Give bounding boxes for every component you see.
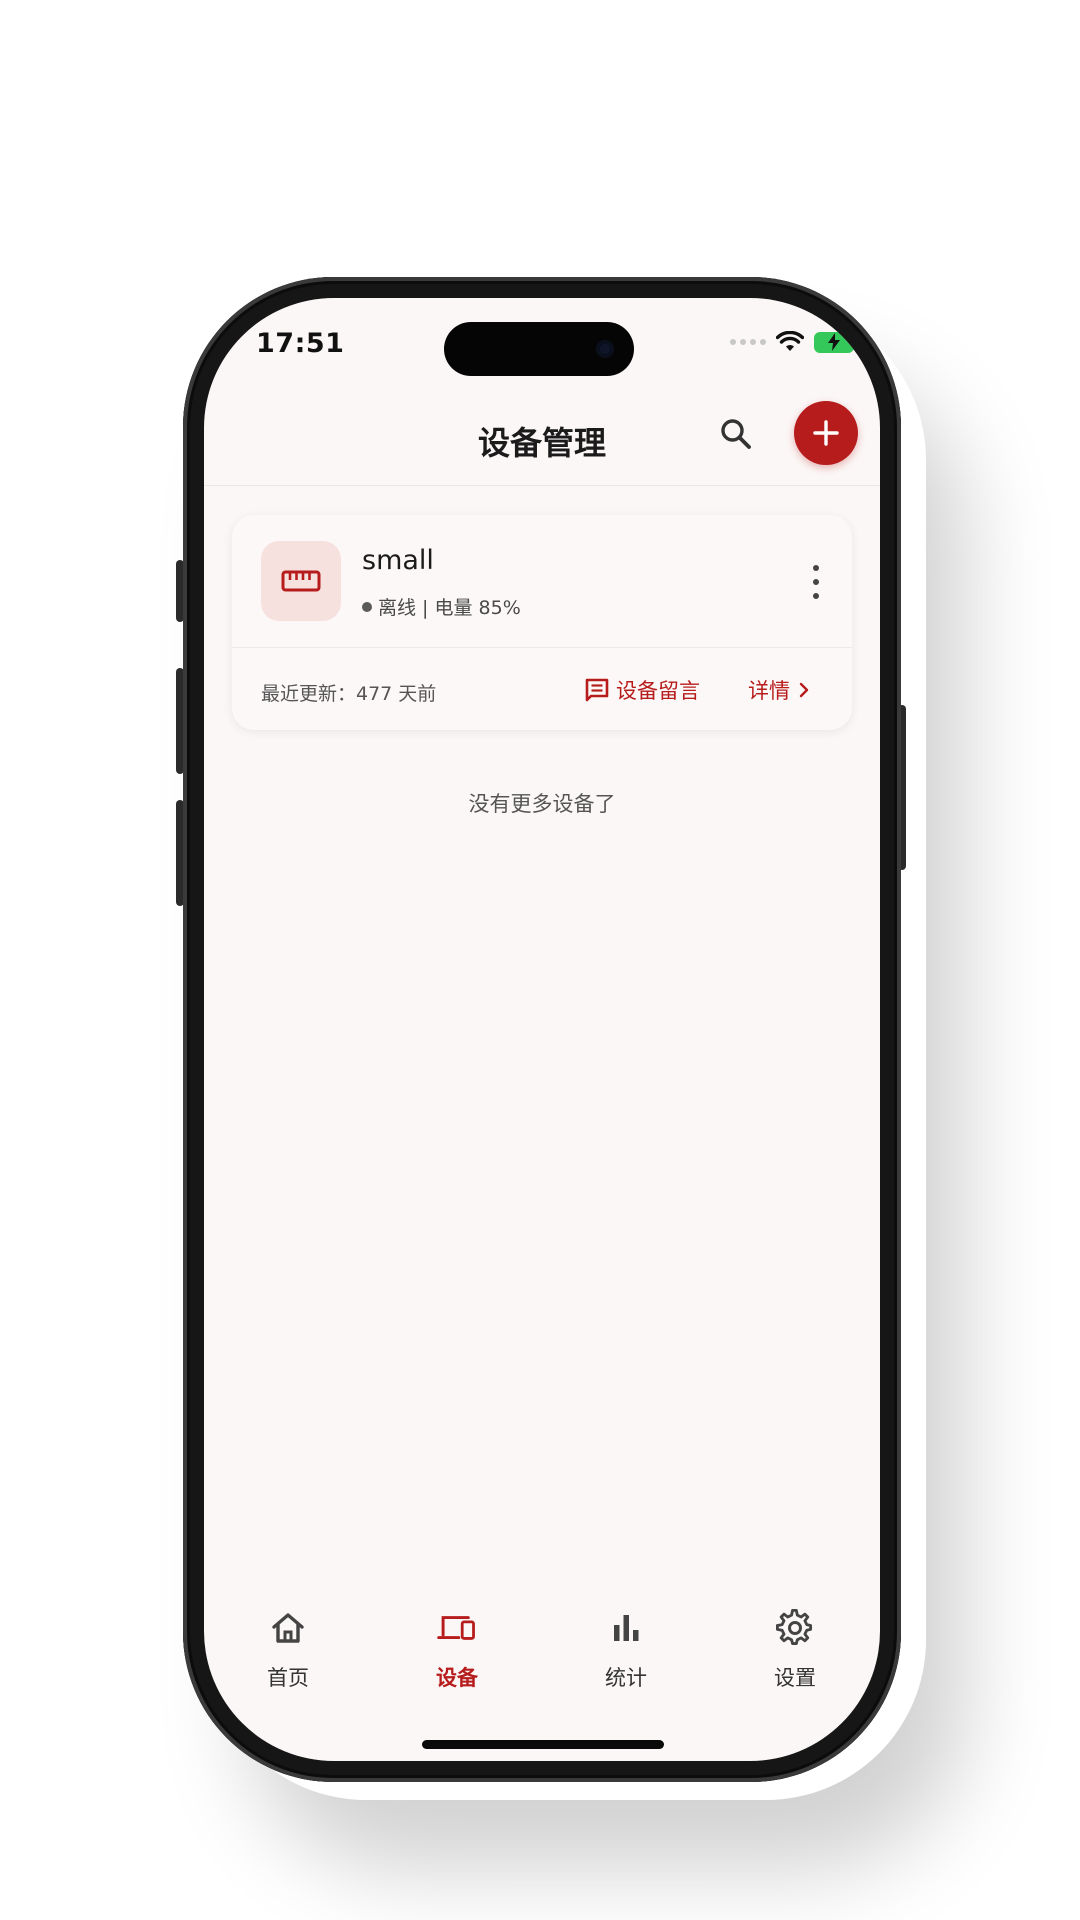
device-status-text: 离线 | 电量 85% (378, 597, 521, 619)
add-device-button[interactable] (794, 401, 858, 465)
tab-home-label: 首页 (267, 1666, 309, 1690)
tab-devices-label: 设备 (436, 1666, 478, 1690)
tab-settings-label: 设置 (774, 1666, 816, 1690)
status-indicators (730, 328, 859, 356)
tab-home[interactable]: 首页 (238, 1608, 338, 1708)
page-title: 设备管理 (477, 424, 606, 462)
screen: 17:51 设备管理 small 离线 | 电量 85% 最近更新：477 天前… (204, 298, 880, 1761)
app-header: 设备管理 (204, 388, 880, 486)
device-name: small (362, 545, 434, 576)
offline-dot-icon (362, 601, 372, 612)
card-divider (232, 647, 852, 648)
last-update: 最近更新：477 天前 (261, 683, 437, 705)
more-options-button[interactable] (806, 565, 826, 599)
bottom-tab-bar: 首页 设备 统计 设置 (204, 1608, 880, 1708)
device-status: 离线 | 电量 85% (362, 593, 521, 620)
stage: 17:51 设备管理 small 离线 | 电量 85% 最近更新：477 天前… (0, 0, 1080, 1920)
bar-chart-icon (606, 1608, 646, 1648)
device-message-label: 设备留言 (616, 679, 700, 703)
message-icon (585, 678, 609, 702)
details-button[interactable]: 详情 (748, 675, 812, 705)
charging-bolt-icon (828, 333, 840, 351)
details-label: 详情 (748, 679, 790, 703)
device-card[interactable]: small 离线 | 电量 85% 最近更新：477 天前 设备留言 详情 (232, 515, 852, 730)
tab-statistics-label: 统计 (605, 1666, 647, 1690)
tab-devices[interactable]: 设备 (407, 1608, 507, 1708)
dynamic-island (444, 322, 634, 376)
wifi-icon (776, 331, 804, 351)
device-message-button[interactable]: 设备留言 (584, 675, 700, 705)
home-indicator (422, 1740, 664, 1749)
ruler-icon (281, 570, 321, 592)
device-avatar (261, 541, 341, 621)
tab-settings[interactable]: 设置 (745, 1608, 845, 1708)
list-end-message: 没有更多设备了 (468, 792, 616, 816)
chevron-right-icon (799, 682, 809, 698)
battery-icon (814, 331, 859, 353)
home-icon (268, 1608, 308, 1648)
cellular-signal-icon (730, 339, 766, 345)
gear-icon (775, 1608, 815, 1648)
status-time: 17:51 (256, 328, 345, 359)
devices-icon (437, 1608, 477, 1648)
phone-frame: 17:51 设备管理 small 离线 | 电量 85% 最近更新：477 天前… (183, 277, 901, 1782)
search-icon (721, 419, 751, 449)
tab-statistics[interactable]: 统计 (576, 1608, 676, 1708)
camera-icon (596, 340, 614, 358)
plus-icon (813, 420, 839, 446)
search-button[interactable] (714, 412, 758, 456)
